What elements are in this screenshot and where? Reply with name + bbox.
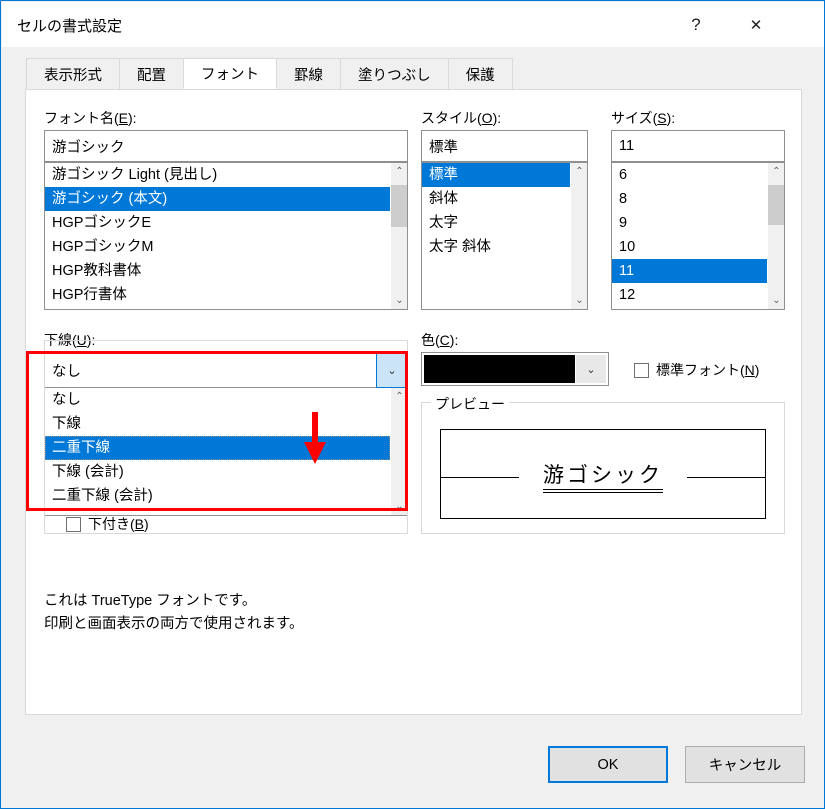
font-name-listbox[interactable]: 游ゴシック Light (見出し) 游ゴシック (本文) HGPゴシックE HG… [44, 162, 408, 310]
preview-cell: 游ゴシック [440, 429, 766, 519]
chevron-down-icon[interactable]: ⌄ [576, 355, 606, 383]
font-name-value: 游ゴシック [52, 136, 125, 157]
font-name-input[interactable]: 游ゴシック [44, 130, 408, 162]
font-info-text: これは TrueType フォントです。 印刷と画面表示の両方で使用されます。 [44, 590, 304, 636]
list-item[interactable]: 12 [612, 283, 767, 307]
tab-protection[interactable]: 保護 [448, 58, 513, 89]
tab-fill[interactable]: 塗りつぶし [340, 58, 449, 89]
font-color-picker[interactable]: ⌄ [421, 352, 609, 386]
close-icon[interactable]: ✕ [733, 3, 779, 47]
color-swatch [424, 355, 575, 383]
list-item[interactable]: HGP教科書体 [45, 259, 390, 283]
tab-number-format[interactable]: 表示形式 [26, 58, 120, 89]
scroll-down-icon[interactable]: ⌄ [768, 292, 785, 309]
font-name-label: フォント名(E): [44, 108, 137, 128]
list-item[interactable]: 太字 斜体 [422, 235, 570, 259]
size-listbox[interactable]: 6 8 9 10 11 12 ⌃ ⌄ [611, 162, 785, 310]
dialog-title: セルの書式設定 [17, 15, 122, 36]
tab-border[interactable]: 罫線 [276, 58, 341, 89]
list-item[interactable]: 9 [612, 211, 767, 235]
style-value: 標準 [429, 136, 458, 157]
list-item[interactable]: 游ゴシック Light (見出し) [45, 163, 390, 187]
title-bar: セルの書式設定 ? ✕ [2, 2, 825, 47]
tab-font[interactable]: フォント [183, 58, 277, 89]
normal-font-label: 標準フォント(N) [656, 360, 759, 380]
list-item[interactable]: 斜体 [422, 187, 570, 211]
size-scrollbar[interactable]: ⌃ ⌄ [767, 163, 784, 309]
checkbox-box [66, 517, 81, 532]
style-input[interactable]: 標準 [421, 130, 588, 162]
list-item[interactable]: 11 [612, 259, 767, 283]
normal-font-checkbox[interactable]: 標準フォント(N) [634, 360, 759, 380]
subscript-checkbox[interactable]: 下付き(B) [66, 514, 149, 534]
list-item[interactable]: 標準 [422, 163, 570, 187]
scroll-down-icon[interactable]: ⌄ [571, 292, 588, 309]
scrollbar-thumb[interactable] [768, 185, 785, 225]
scroll-up-icon[interactable]: ⌃ [391, 163, 408, 180]
list-item[interactable]: 8 [612, 187, 767, 211]
effects-groupbox [44, 340, 408, 534]
list-item[interactable]: 6 [612, 163, 767, 187]
tab-strip: 表示形式 配置 フォント 罫線 塗りつぶし 保護 [2, 47, 825, 89]
preview-groupbox: プレビュー 游ゴシック [421, 402, 785, 534]
list-item[interactable]: 太字 [422, 211, 570, 235]
style-listbox[interactable]: 標準 斜体 太字 太字 斜体 ⌃ ⌄ [421, 162, 588, 310]
size-input[interactable]: 11 [611, 130, 785, 162]
style-label: スタイル(O): [421, 108, 501, 128]
scroll-up-icon[interactable]: ⌃ [571, 163, 588, 180]
preview-sample-inner: 游ゴシック [543, 464, 663, 490]
size-label: サイズ(S): [611, 108, 675, 128]
scroll-down-icon[interactable]: ⌄ [391, 292, 408, 309]
dialog-footer: OK キャンセル [2, 732, 825, 807]
font-name-scrollbar[interactable]: ⌃ ⌄ [390, 163, 407, 309]
preview-sample-text: 游ゴシック [441, 459, 765, 489]
list-item[interactable]: HGP行書体 [45, 283, 390, 307]
format-cells-dialog: セルの書式設定 ? ✕ 表示形式 配置 フォント 罫線 塗りつぶし 保護 フォン… [0, 0, 825, 809]
checkbox-box [634, 363, 649, 378]
scrollbar-thumb[interactable] [391, 185, 408, 227]
list-item[interactable]: HGPゴシックM [45, 235, 390, 259]
style-scrollbar[interactable]: ⌃ ⌄ [570, 163, 587, 309]
subscript-label: 下付き(B) [88, 514, 149, 534]
list-item[interactable]: HGPゴシックE [45, 211, 390, 235]
list-item[interactable]: 10 [612, 235, 767, 259]
cancel-button[interactable]: キャンセル [685, 746, 805, 783]
tab-alignment[interactable]: 配置 [119, 58, 184, 89]
list-item[interactable]: 游ゴシック (本文) [45, 187, 390, 211]
scroll-up-icon[interactable]: ⌃ [768, 163, 785, 180]
help-icon[interactable]: ? [673, 3, 719, 47]
color-label: 色(C): [421, 330, 458, 350]
ok-button[interactable]: OK [548, 746, 668, 783]
size-value: 11 [619, 138, 634, 154]
font-tab-panel: フォント名(E): 游ゴシック 游ゴシック Light (見出し) 游ゴシック … [25, 89, 802, 715]
preview-title: プレビュー [431, 394, 509, 414]
